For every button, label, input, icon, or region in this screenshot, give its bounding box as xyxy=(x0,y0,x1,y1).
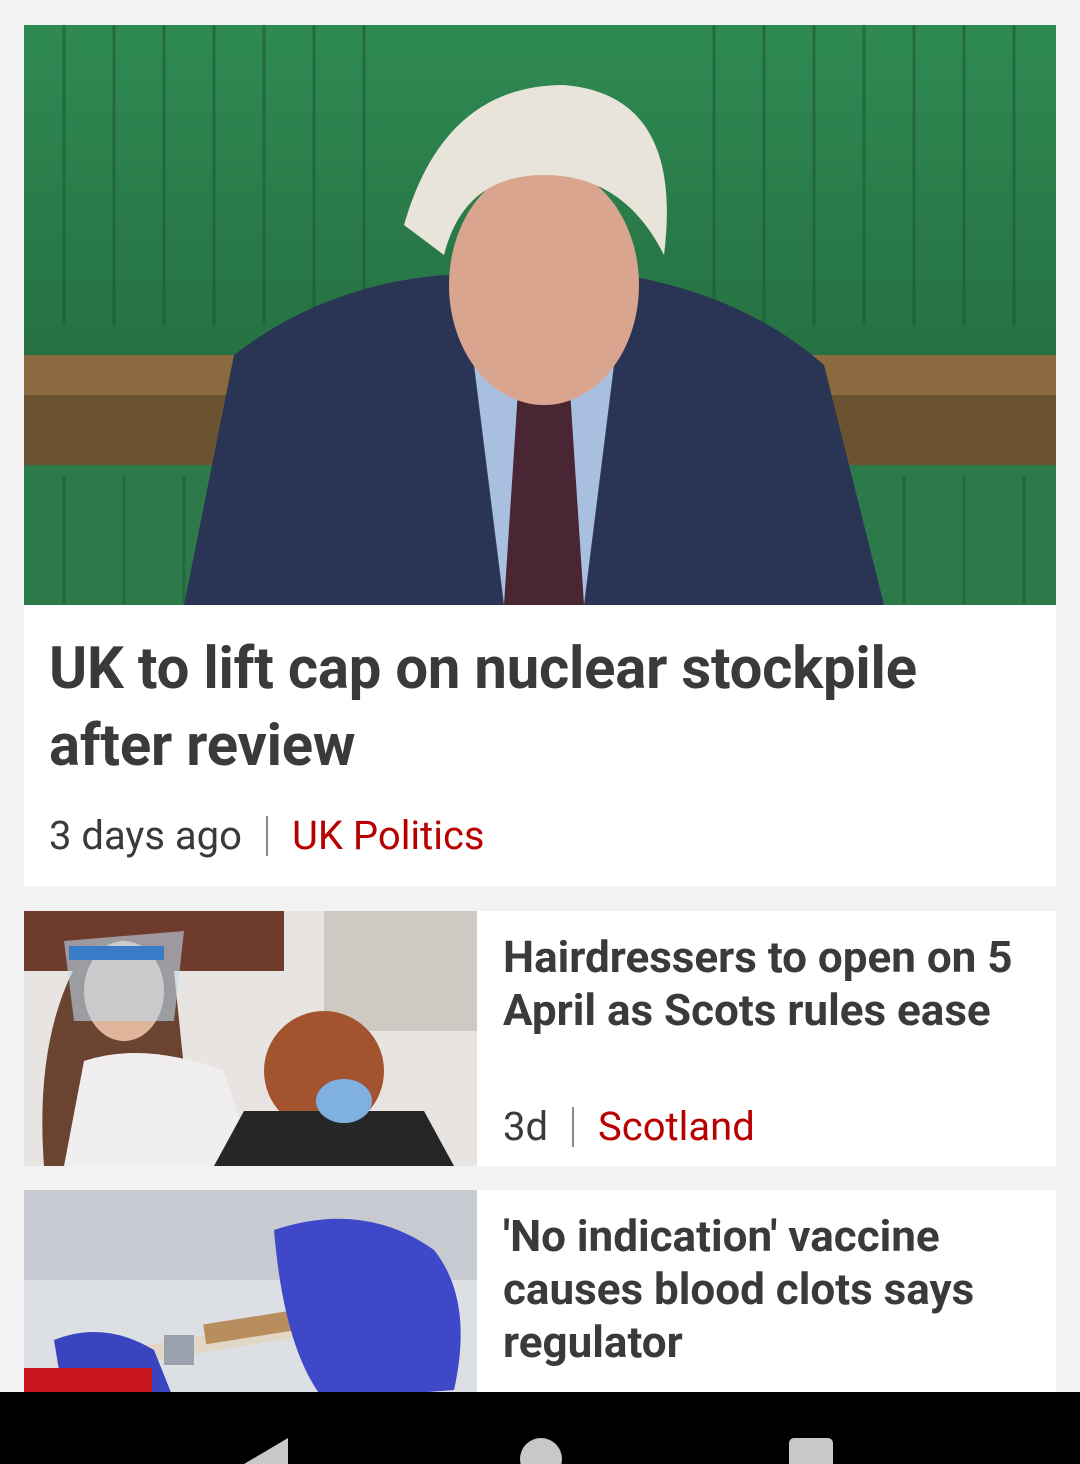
story-meta: 3 days ago UK Politics xyxy=(49,812,485,860)
story-card[interactable]: 'No indication' vaccine causes blood clo… xyxy=(24,1190,1056,1400)
back-triangle-icon[interactable] xyxy=(244,1438,288,1464)
story-thumbnail xyxy=(24,911,477,1166)
story-topic-link[interactable]: UK Politics xyxy=(292,812,485,860)
meta-divider xyxy=(572,1107,575,1147)
story-headline[interactable]: Hairdressers to open on 5 April as Scots… xyxy=(503,931,1043,1037)
story-thumbnail xyxy=(24,1190,477,1400)
story-card-hero[interactable]: UK to lift cap on nuclear stockpile afte… xyxy=(24,25,1056,886)
home-circle-icon[interactable] xyxy=(520,1438,562,1464)
story-meta: 3d Scotland xyxy=(503,1103,755,1151)
meta-divider xyxy=(265,816,268,856)
story-image-hero xyxy=(24,25,1056,605)
recents-square-icon[interactable] xyxy=(789,1438,833,1464)
story-headline[interactable]: 'No indication' vaccine causes blood clo… xyxy=(503,1210,1043,1369)
system-navigation-bar xyxy=(0,1392,1080,1464)
story-timestamp: 3d xyxy=(503,1103,549,1150)
story-topic-link[interactable]: Scotland xyxy=(598,1103,755,1151)
story-headline[interactable]: UK to lift cap on nuclear stockpile afte… xyxy=(49,631,1029,785)
story-timestamp: 3 days ago xyxy=(49,812,242,859)
story-card[interactable]: Hairdressers to open on 5 April as Scots… xyxy=(24,911,1056,1166)
